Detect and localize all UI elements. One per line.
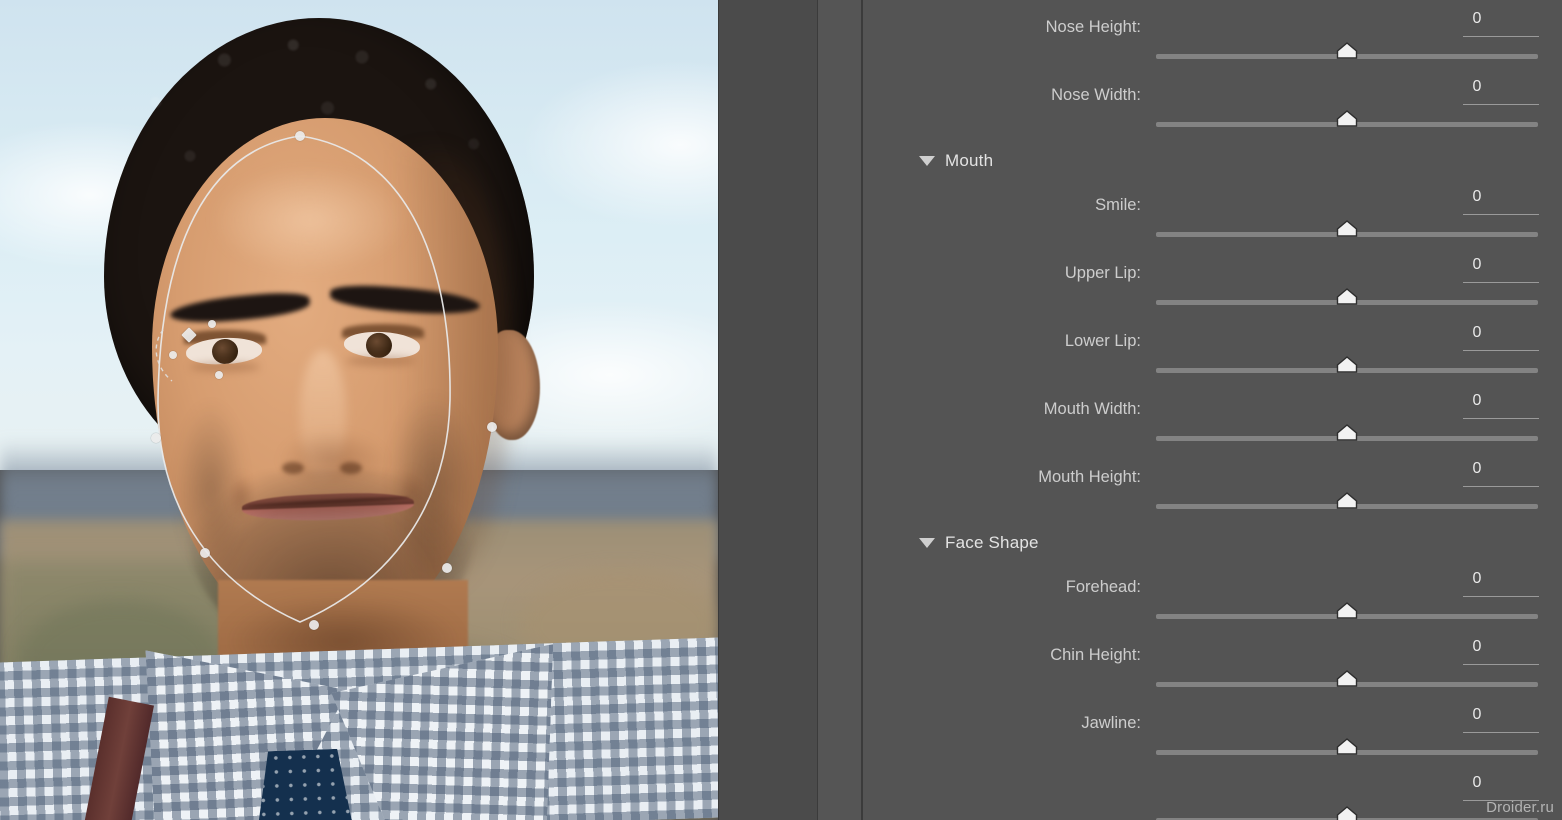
slider-track[interactable]: [1156, 738, 1538, 755]
face-aware-liquify-properties: NoseNose Height:0Nose Width:0MouthSmile:…: [862, 0, 1562, 820]
under-eye-shadow: [190, 362, 260, 372]
slider-label: Mouth Width:: [1043, 400, 1141, 418]
slider-thumb[interactable]: [1336, 806, 1358, 820]
slider-label: Chin Height:: [1050, 646, 1141, 664]
chevron-down-icon[interactable]: [919, 156, 935, 166]
slider-row: Mouth Height: 0: [863, 458, 1562, 526]
slider-row: Jawline: 0: [863, 704, 1562, 772]
slider-row: Forehead: 0: [863, 568, 1562, 636]
slider-row: 0: [863, 772, 1562, 820]
slider-value-field[interactable]: 0: [1463, 568, 1541, 610]
slider-row: Lower Lip: 0: [863, 322, 1562, 390]
slider-thumb[interactable]: [1336, 220, 1358, 237]
slider-value[interactable]: 0: [1463, 186, 1491, 208]
slider-track[interactable]: [1156, 670, 1538, 687]
watermark: Droider.ru: [1486, 799, 1554, 816]
image-canvas[interactable]: [0, 0, 718, 820]
slider-label: Smile:: [1095, 196, 1141, 214]
slider-thumb[interactable]: [1336, 602, 1358, 619]
slider-value[interactable]: 0: [1463, 458, 1491, 480]
slider-value[interactable]: 0: [1463, 254, 1491, 276]
slider-track[interactable]: [1156, 220, 1538, 237]
slider-thumb[interactable]: [1336, 42, 1358, 59]
slider-label: Jawline:: [1081, 714, 1141, 732]
slider-row: Nose Width: 0: [863, 76, 1562, 144]
section-title: Mouth: [945, 151, 994, 170]
slider-value-field[interactable]: 0: [1463, 186, 1541, 228]
slider-row: Smile: 0: [863, 186, 1562, 254]
section-header-mouth[interactable]: Mouth: [863, 146, 1562, 176]
slider-value[interactable]: 0: [1463, 772, 1491, 794]
slider-value-field[interactable]: 0: [1463, 8, 1541, 50]
value-underline: [1463, 350, 1539, 351]
slider-value-field[interactable]: 0: [1463, 636, 1541, 678]
slider-value[interactable]: 0: [1463, 390, 1491, 412]
slider-label: Upper Lip:: [1064, 264, 1141, 282]
slider-label: Nose Height:: [1045, 18, 1141, 36]
slider-track[interactable]: [1156, 356, 1538, 373]
section-title: Face Shape: [945, 533, 1039, 552]
necktie: [255, 748, 354, 820]
slider-value[interactable]: 0: [1463, 568, 1491, 590]
value-underline: [1463, 732, 1539, 733]
slider-track[interactable]: [1156, 602, 1538, 619]
slider-label: Nose Width:: [1051, 86, 1141, 104]
canvas-gutter: [718, 0, 817, 820]
value-underline: [1463, 418, 1539, 419]
slider-value-field[interactable]: 0: [1463, 390, 1541, 432]
application-window: NoseNose Height:0Nose Width:0MouthSmile:…: [0, 0, 1562, 820]
slider-track[interactable]: [1156, 42, 1538, 59]
iris: [211, 338, 239, 365]
slider-value[interactable]: 0: [1463, 704, 1491, 726]
slider-thumb[interactable]: [1336, 110, 1358, 127]
value-underline: [1463, 104, 1539, 105]
slider-value-field[interactable]: 0: [1463, 76, 1541, 118]
under-eye-shadow: [346, 356, 416, 366]
slider-thumb[interactable]: [1336, 288, 1358, 305]
value-underline: [1463, 486, 1539, 487]
value-underline: [1463, 664, 1539, 665]
slider-value[interactable]: 0: [1463, 636, 1491, 658]
slider-track[interactable]: [1156, 492, 1538, 509]
value-underline: [1463, 282, 1539, 283]
value-underline: [1463, 214, 1539, 215]
slider-row: Mouth Width: 0: [863, 390, 1562, 458]
chevron-down-icon[interactable]: [919, 538, 935, 548]
slider-track[interactable]: [1156, 110, 1538, 127]
slider-thumb[interactable]: [1336, 670, 1358, 687]
slider-track[interactable]: [1156, 288, 1538, 305]
slider-value-field[interactable]: 0: [1463, 458, 1541, 500]
slider-value[interactable]: 0: [1463, 76, 1491, 98]
value-underline: [1463, 36, 1539, 37]
slider-row: Upper Lip: 0: [863, 254, 1562, 322]
value-underline: [1463, 596, 1539, 597]
portrait-photo: [0, 0, 718, 820]
slider-thumb[interactable]: [1336, 356, 1358, 373]
slider-value[interactable]: 0: [1463, 8, 1491, 30]
slider-value[interactable]: 0: [1463, 322, 1491, 344]
slider-value-field[interactable]: 0: [1463, 322, 1541, 364]
slider-label: Lower Lip:: [1064, 332, 1141, 350]
iris: [365, 332, 393, 359]
slider-row: Nose Height: 0: [863, 8, 1562, 76]
slider-row: Chin Height: 0: [863, 636, 1562, 704]
slider-thumb[interactable]: [1336, 738, 1358, 755]
slider-label: Mouth Height:: [1038, 468, 1141, 486]
forehead-highlight: [210, 165, 410, 275]
slider-value-field[interactable]: 0: [1463, 254, 1541, 296]
slider-label: Forehead:: [1065, 578, 1141, 596]
slider-thumb[interactable]: [1336, 424, 1358, 441]
section-header-face-shape[interactable]: Face Shape: [863, 528, 1562, 558]
panel-dock-strip[interactable]: [817, 0, 862, 820]
slider-value-field[interactable]: 0: [1463, 704, 1541, 746]
slider-track[interactable]: [1156, 424, 1538, 441]
slider-thumb[interactable]: [1336, 492, 1358, 509]
